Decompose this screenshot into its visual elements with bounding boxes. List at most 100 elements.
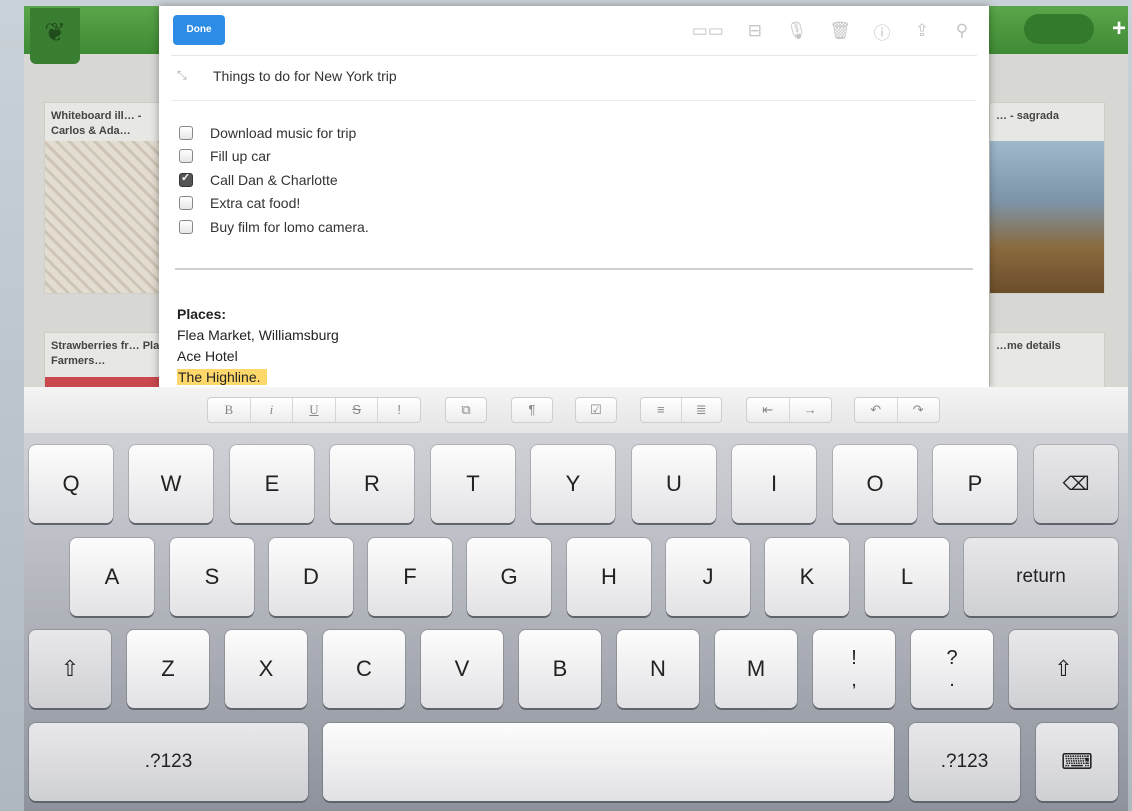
return-key[interactable]: return: [964, 538, 1118, 616]
indent-button[interactable]: →: [790, 398, 832, 422]
key-s[interactable]: S: [170, 538, 254, 616]
key-d[interactable]: D: [269, 538, 353, 616]
note-card[interactable]: … - sagrada: [989, 102, 1105, 294]
key-bottom-char: ,: [851, 669, 857, 691]
place-item: Flea Market, Williamsburg: [177, 327, 339, 343]
checklist-item: Call Dan & Charlotte: [179, 168, 369, 192]
key-i[interactable]: I: [732, 445, 816, 523]
camera-icon[interactable]: ▭▭: [692, 21, 724, 41]
note-card-thumbnail: [45, 141, 175, 293]
key-question-period[interactable]: ?.: [911, 630, 993, 708]
key-k[interactable]: K: [765, 538, 849, 616]
checkbox-checked[interactable]: [179, 171, 193, 187]
key-c[interactable]: C: [323, 630, 405, 708]
add-note-button[interactable]: +: [1106, 16, 1128, 42]
evernote-logo-icon[interactable]: ❦: [30, 8, 80, 64]
share-icon[interactable]: ⇪: [913, 21, 931, 41]
checklist-item-label[interactable]: Download music for trip: [210, 125, 356, 141]
key-l[interactable]: L: [865, 538, 949, 616]
checklist-item-label[interactable]: Call Dan & Charlotte: [210, 172, 338, 188]
key-q[interactable]: Q: [29, 445, 113, 523]
backspace-icon: ⌫: [1062, 473, 1090, 495]
divider: [171, 55, 977, 56]
key-r[interactable]: R: [330, 445, 414, 523]
numbers-key-left[interactable]: .?123: [29, 723, 308, 801]
search-field[interactable]: [1024, 14, 1094, 44]
insert-checkbox-button[interactable]: ☑: [576, 398, 616, 422]
shift-key-right[interactable]: ⇧: [1009, 630, 1118, 708]
note-card-title: Whiteboard ill… - Carlos & Ada…: [51, 110, 142, 137]
divider: [171, 100, 977, 101]
key-e[interactable]: E: [230, 445, 314, 523]
note-title[interactable]: Things to do for New York trip: [213, 68, 397, 84]
key-x[interactable]: X: [225, 630, 307, 708]
places-section[interactable]: Places: Flea Market, Williamsburg Ace Ho…: [177, 304, 339, 388]
checklist-item: Buy film for lomo camera.: [179, 215, 369, 239]
key-v[interactable]: V: [421, 630, 503, 708]
italic-button[interactable]: i: [251, 398, 294, 422]
shift-icon: ⇧: [60, 656, 80, 681]
key-y[interactable]: Y: [531, 445, 615, 523]
key-a[interactable]: A: [70, 538, 154, 616]
checklist-item: Download music for trip: [179, 121, 369, 145]
note-card[interactable]: Whiteboard ill… - Carlos & Ada…: [44, 102, 176, 294]
outdent-button[interactable]: ⇤: [747, 398, 790, 422]
checkbox[interactable]: [179, 149, 193, 164]
link-group: ⧉: [445, 397, 487, 423]
checklist-item-label[interactable]: Extra cat food!: [210, 195, 300, 211]
bold-button[interactable]: B: [208, 398, 251, 422]
key-bottom-char: .: [949, 669, 955, 691]
note-card-title: …me details: [996, 340, 1061, 352]
checkbox[interactable]: [179, 219, 193, 234]
key-h[interactable]: H: [567, 538, 651, 616]
checklist-item: Extra cat food!: [179, 192, 369, 216]
backspace-key[interactable]: ⌫: [1034, 445, 1118, 523]
hide-keyboard-icon: ⌨: [1061, 749, 1093, 774]
strikethrough-button[interactable]: S: [336, 398, 379, 422]
space-bar[interactable]: [323, 723, 894, 801]
hide-keyboard-key[interactable]: ⌨: [1036, 723, 1118, 801]
checklist-item-label[interactable]: Fill up car: [210, 148, 271, 164]
paragraph-button[interactable]: ¶: [512, 398, 552, 422]
underline-button[interactable]: U: [293, 398, 336, 422]
formatting-toolbar: B i U S ! ⧉ ¶ ☑ ≡ ≣ ⇤ → ↶ ↷: [24, 387, 1128, 434]
trash-icon[interactable]: 🗑: [829, 21, 851, 41]
info-icon[interactable]: ⓘ: [873, 19, 891, 44]
indent-group: ⇤ →: [746, 397, 832, 423]
checkbox[interactable]: [179, 196, 193, 211]
key-j[interactable]: J: [666, 538, 750, 616]
redo-button[interactable]: ↷: [898, 398, 940, 422]
search-icon[interactable]: ⚲: [953, 21, 971, 41]
key-u[interactable]: U: [632, 445, 716, 523]
key-p[interactable]: P: [933, 445, 1017, 523]
key-n[interactable]: N: [617, 630, 699, 708]
text-style-group: B i U S !: [207, 397, 421, 423]
shift-key-left[interactable]: ⇧: [29, 630, 111, 708]
key-b[interactable]: B: [519, 630, 601, 708]
key-f[interactable]: F: [368, 538, 452, 616]
expand-icon[interactable]: ⤡: [177, 68, 187, 83]
done-button[interactable]: Done: [173, 15, 225, 45]
key-w[interactable]: W: [129, 445, 213, 523]
key-exclamation-comma[interactable]: !,: [813, 630, 895, 708]
list-group: ≡ ≣: [640, 397, 722, 423]
numbers-key-right[interactable]: .?123: [909, 723, 1020, 801]
key-o[interactable]: O: [833, 445, 917, 523]
highlight-button[interactable]: !: [378, 398, 420, 422]
undo-button[interactable]: ↶: [855, 398, 898, 422]
microphone-icon[interactable]: 🎙: [786, 21, 808, 41]
checklist: Download music for trip Fill up car Call…: [179, 121, 369, 239]
on-screen-keyboard: Q W E R T Y U I O P ⌫ A S D F G H J K L …: [24, 433, 1128, 811]
key-t[interactable]: T: [431, 445, 515, 523]
checklist-item-label[interactable]: Buy film for lomo camera.: [210, 219, 369, 235]
link-button[interactable]: ⧉: [446, 398, 486, 422]
horizontal-rule: [175, 268, 973, 270]
key-z[interactable]: Z: [127, 630, 209, 708]
checkbox-group: ☑: [575, 397, 617, 423]
checkbox[interactable]: [179, 125, 193, 140]
key-g[interactable]: G: [467, 538, 551, 616]
key-m[interactable]: M: [715, 630, 797, 708]
numbered-list-button[interactable]: ≣: [682, 398, 722, 422]
bullet-list-button[interactable]: ≡: [641, 398, 682, 422]
projector-icon[interactable]: ⊟: [746, 21, 764, 41]
